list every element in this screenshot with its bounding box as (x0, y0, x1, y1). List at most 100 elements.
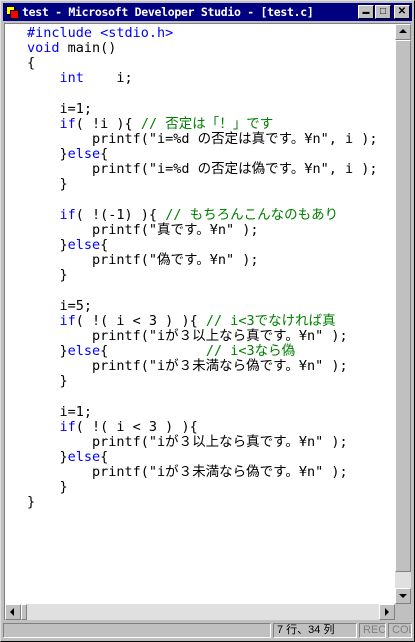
code-line[interactable]: i=1; (27, 100, 399, 117)
col-indicator: COL (388, 623, 412, 638)
code-line[interactable]: void main() (27, 41, 399, 56)
code-text: } (27, 342, 68, 359)
code-keyword: else (67, 236, 101, 253)
scroll-down-button[interactable] (395, 588, 411, 604)
code-keyword: else (67, 342, 101, 359)
vertical-scroll-thumb[interactable] (395, 40, 411, 572)
code-editor[interactable]: #include <stdio.h> void main(){ int i; i=… (27, 26, 399, 606)
code-text: } (27, 176, 68, 193)
code-text: { (27, 55, 36, 72)
editor-pane[interactable]: #include <stdio.h> void main(){ int i; i=… (4, 23, 411, 620)
code-line[interactable]: }else{ (27, 448, 399, 465)
code-line[interactable]: }else{ (27, 236, 399, 253)
code-line[interactable]: }else{ // i<3なら偽 (27, 342, 399, 359)
code-text: { (100, 448, 109, 465)
scroll-left-button[interactable] (5, 604, 21, 620)
code-line[interactable]: int i; (27, 71, 399, 86)
code-text: i=1; (27, 403, 93, 420)
code-line[interactable]: { (27, 56, 399, 71)
scroll-corner (395, 604, 411, 620)
code-text: printf("i=%d の否定は偽です。¥n", i ); (27, 161, 378, 178)
code-line[interactable]: } (27, 374, 399, 389)
code-text: printf("iが３以上なら真です。¥n" ); (27, 327, 348, 344)
rec-indicator: REC (359, 623, 386, 638)
arrow-right-icon (385, 608, 389, 616)
arrow-down-icon (399, 594, 407, 598)
code-text: ( !( i < 3 ) ){ (75, 418, 198, 435)
cursor-position: 7 行、34 列 (273, 623, 357, 638)
code-text: { (100, 342, 206, 359)
code-line[interactable] (27, 193, 399, 208)
code-line[interactable] (27, 389, 399, 404)
code-text: printf("iが３未満なら偽です。¥n" ); (27, 358, 348, 375)
code-comment: // 否定は「！」です (140, 115, 274, 132)
code-line[interactable]: if( !( i < 3 ) ){ (27, 418, 399, 435)
code-line[interactable]: if( !i ){ // 否定は「！」です (27, 115, 399, 132)
code-text: { (100, 236, 109, 253)
code-line[interactable] (27, 87, 399, 102)
code-text: printf("偽です。¥n" ); (27, 252, 259, 269)
maximize-icon: □ (379, 6, 387, 17)
code-line[interactable] (27, 283, 399, 298)
code-line[interactable]: printf("iが３未満なら偽です。¥n" ); (27, 359, 399, 374)
code-line[interactable]: printf("iが３以上なら真です。¥n" ); (27, 434, 399, 450)
code-text: } (27, 373, 68, 390)
horizontal-scrollbar[interactable] (5, 604, 395, 620)
code-text: } (27, 448, 68, 465)
code-text: { (100, 146, 109, 163)
code-text: i=1; (27, 100, 93, 117)
code-comment: // i<3なら偽 (205, 342, 296, 359)
close-button[interactable]: ✕ (394, 5, 410, 19)
code-keyword: if (59, 115, 76, 132)
code-text: ( !(-1) ){ (75, 206, 166, 223)
code-line[interactable]: if( !(-1) ){ // もちろんこんなのもあり (27, 206, 399, 223)
code-line[interactable]: if( !( i < 3 ) ){ // i<3でなければ真 (27, 312, 399, 329)
minimize-button[interactable]: ▬ (358, 5, 374, 19)
code-line[interactable]: i=1; (27, 403, 399, 420)
code-keyword: #include <stdio.h> (27, 26, 174, 41)
code-comment: // i<3でなければ真 (205, 312, 336, 329)
scroll-right-button[interactable] (379, 604, 395, 620)
code-line[interactable]: printf("i=%d の否定は真です。¥n", i ); (27, 131, 399, 147)
code-keyword: else (67, 146, 101, 163)
close-icon: ✕ (397, 6, 407, 17)
vertical-scrollbar[interactable] (395, 24, 411, 604)
code-line[interactable]: printf("iが３未満なら偽です。¥n" ); (27, 465, 399, 480)
code-text: } (27, 267, 68, 284)
code-text: ( !i ){ (75, 115, 141, 132)
code-line[interactable]: } (27, 177, 399, 192)
code-text: } (27, 494, 36, 511)
code-line[interactable]: printf("i=%d の否定は偽です。¥n", i ); (27, 162, 399, 177)
horizontal-scroll-thumb[interactable] (21, 604, 27, 620)
code-line[interactable]: printf("真です。¥n" ); (27, 222, 399, 238)
code-line[interactable]: } (27, 480, 399, 495)
code-text: printf("iが３未満なら偽です。¥n" ); (27, 464, 348, 481)
scroll-up-button[interactable] (395, 24, 411, 40)
code-line[interactable]: #include <stdio.h> (27, 26, 399, 41)
window-title: test - Microsoft Developer Studio - [tes… (22, 5, 314, 19)
code-text: } (27, 146, 68, 163)
status-bar: 7 行、34 列 REC COL (3, 621, 413, 640)
code-text: main() (59, 40, 117, 57)
code-line[interactable]: } (27, 495, 399, 510)
code-line[interactable]: i=5; (27, 298, 399, 314)
code-line[interactable]: printf("iが３以上なら真です。¥n" ); (27, 327, 399, 344)
arrow-left-icon (10, 608, 14, 616)
code-text: i; (83, 70, 133, 87)
code-keyword: if (59, 206, 76, 223)
title-bar[interactable]: test - Microsoft Developer Studio - [tes… (3, 3, 412, 21)
code-line[interactable]: printf("偽です。¥n" ); (27, 253, 399, 268)
ide-window: test - Microsoft Developer Studio - [tes… (0, 0, 415, 642)
maximize-button[interactable]: □ (375, 5, 391, 19)
code-text: } (27, 236, 68, 253)
code-line[interactable]: } (27, 268, 399, 283)
code-keyword: void (27, 40, 60, 57)
minimize-icon: ▬ (362, 9, 370, 16)
code-line[interactable]: }else{ (27, 147, 399, 162)
app-icon[interactable] (5, 5, 19, 19)
